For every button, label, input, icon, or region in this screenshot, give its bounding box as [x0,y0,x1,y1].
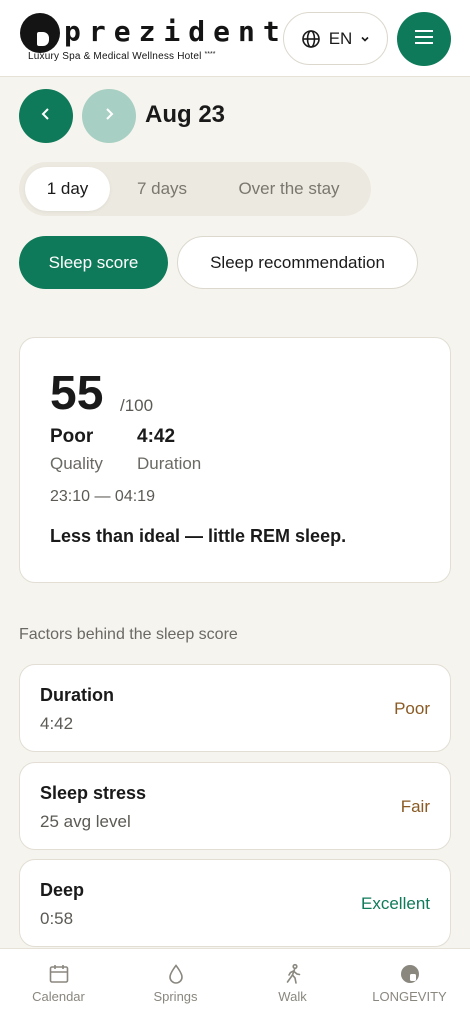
factors-heading: Factors behind the sleep score [19,626,238,643]
chevron-down-icon [360,34,370,44]
brand-logo[interactable]: prezident Luxury Spa & Medical Wellness … [20,13,280,65]
drop-icon [165,963,187,985]
factor-card-deep[interactable]: Deep 0:58 Excellent [19,859,451,947]
factor-name: Deep [40,880,85,900]
score-max: /100 [120,396,154,415]
sleep-score-card: 55 /100 Poor Quality 4:42 Duration 23:10… [19,337,451,583]
nav-calendar-label: Calendar [32,989,85,1004]
sleep-score-button[interactable]: Sleep score [19,236,168,289]
app: prezident Luxury Spa & Medical Wellness … [0,0,470,1017]
next-day-button[interactable] [82,89,136,143]
duration-label: Duration [137,454,202,473]
duration-value: 4:42 [137,426,176,447]
walk-icon [282,963,304,985]
current-date: Aug 23 [145,101,226,128]
factor-value: 25 avg level [40,812,131,831]
bottom-navigation: Calendar Springs Walk LONGEVITY [0,948,470,1017]
header: prezident Luxury Spa & Medical Wellness … [0,0,470,77]
sleep-time-range: 23:10 — 04:19 [50,488,155,505]
nav-longevity-label: LONGEVITY [372,989,447,1004]
calendar-icon [48,963,70,985]
nav-calendar[interactable]: Calendar [0,949,117,1017]
tab-7-days[interactable]: 7 days [117,167,207,211]
brand-tagline: Luxury Spa & Medical Wellness Hotel **** [28,51,215,62]
nav-springs[interactable]: Springs [117,949,234,1017]
chevron-right-icon [103,107,115,126]
language-code: EN [328,28,353,48]
tab-1-day[interactable]: 1 day [25,167,110,211]
period-selector: 1 day 7 days Over the stay [19,162,371,216]
previous-day-button[interactable] [19,89,73,143]
factor-rating: Poor [394,699,430,718]
globe-icon [301,29,321,49]
tab-over-the-stay[interactable]: Over the stay [215,167,363,211]
factor-rating: Fair [400,797,430,816]
hamburger-icon [414,29,434,50]
sleep-recommendation-button[interactable]: Sleep recommendation [177,236,418,289]
nav-walk[interactable]: Walk [234,949,351,1017]
factor-rating: Excellent [361,894,430,913]
sleep-summary: Less than ideal — little REM sleep. [50,526,347,546]
nav-longevity[interactable]: LONGEVITY [351,949,468,1017]
chevron-left-icon [40,107,52,126]
quality-value: Poor [50,426,94,447]
factor-value: 4:42 [40,714,74,733]
score-value: 55 [50,367,104,420]
menu-button[interactable] [397,12,451,66]
brand-stars: **** [204,51,216,58]
nav-walk-label: Walk [278,989,307,1004]
factor-card-duration[interactable]: Duration 4:42 Poor [19,664,451,752]
factor-name: Sleep stress [40,783,147,803]
brand-name: prezident [64,15,288,48]
brand-tagline-text: Luxury Spa & Medical Wellness Hotel [28,51,202,62]
language-selector[interactable]: EN [283,12,388,65]
factor-value: 0:58 [40,909,74,928]
longevity-icon [399,963,421,985]
nav-springs-label: Springs [153,989,198,1004]
factor-name: Duration [40,685,114,705]
factor-card-sleep-stress[interactable]: Sleep stress 25 avg level Fair [19,762,451,850]
quality-label: Quality [50,454,103,473]
logo-mark-icon [20,13,60,53]
